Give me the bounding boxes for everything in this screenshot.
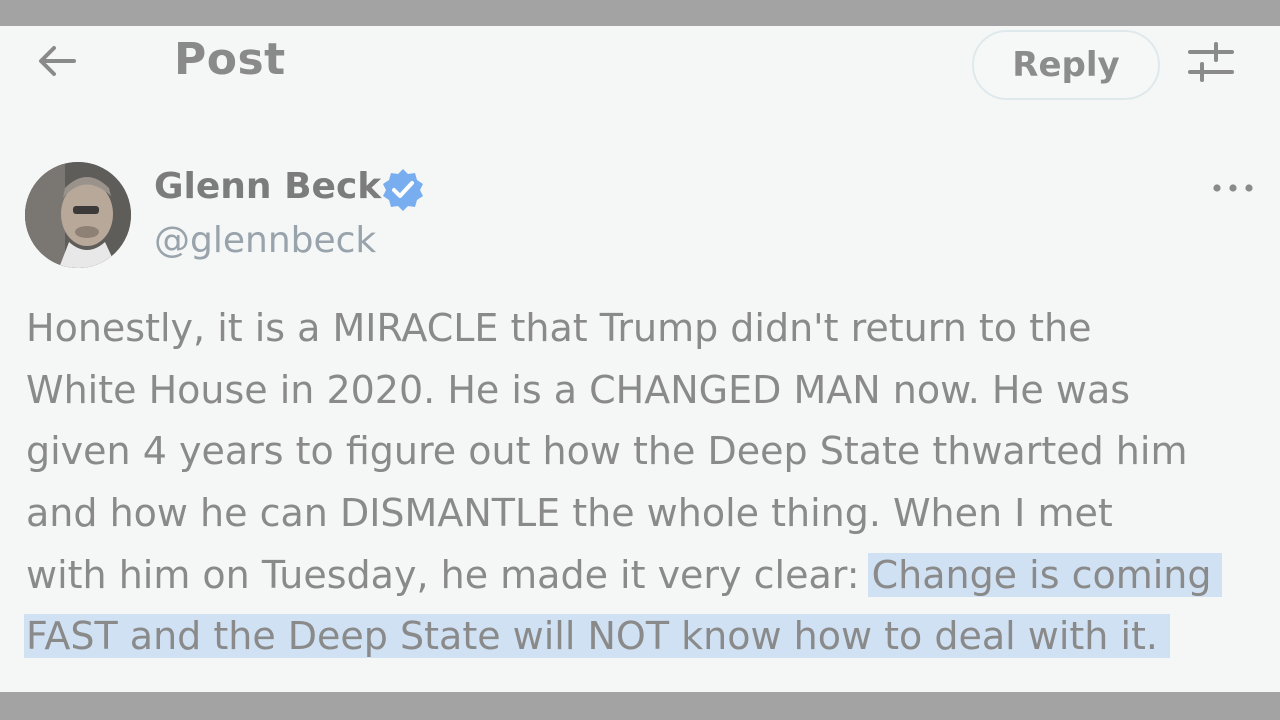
post-line: given 4 years to figure out how the Deep…	[26, 429, 1188, 474]
more-options-icon[interactable]	[1208, 170, 1258, 206]
author-name[interactable]: Glenn Beck	[154, 166, 381, 207]
post-line: with him on Tuesday, he made it very cle…	[26, 552, 872, 597]
back-button[interactable]	[30, 38, 82, 84]
post-line: White House in 2020. He is a CHANGED MAN…	[26, 367, 1131, 412]
video-frame: Post Reply Glenn Beck @glennbeck Honestl…	[0, 0, 1280, 720]
arrow-left-icon	[39, 46, 76, 76]
reply-button[interactable]: Reply	[972, 30, 1160, 100]
highlighted-text: Change is coming	[867, 552, 1222, 597]
post-line: and how he can DISMANTLE the whole thing…	[26, 491, 1113, 536]
page-title: Post	[174, 34, 286, 85]
profile-photo	[25, 162, 131, 268]
post-line: Honestly, it is a MIRACLE that Trump did…	[26, 306, 1092, 350]
author-handle[interactable]: @glennbeck	[154, 220, 376, 261]
post-line-highlighted: with him on Tuesday, he made it very cle…	[26, 545, 1266, 607]
post-screen: Post Reply Glenn Beck @glennbeck Honestl…	[0, 26, 1280, 692]
post-line-highlighted: FAST and the Deep State will NOT know ho…	[24, 606, 1266, 668]
post-body: Honestly, it is a MIRACLE that Trump did…	[24, 298, 1266, 668]
verified-badge-icon	[380, 167, 426, 213]
sliders-icon[interactable]	[1186, 40, 1236, 84]
highlighted-text: FAST and the Deep State will NOT know ho…	[24, 614, 1171, 659]
avatar[interactable]	[25, 162, 131, 268]
